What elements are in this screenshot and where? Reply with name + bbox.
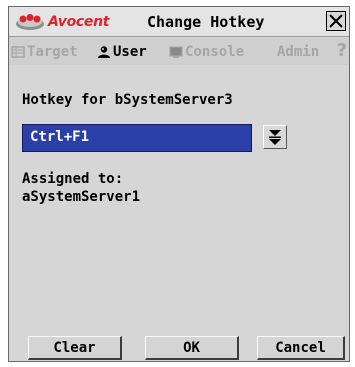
dropdown-arrow-icon	[269, 130, 281, 145]
tab-target[interactable]: Target	[11, 38, 78, 65]
tab-admin[interactable]: Admin	[277, 38, 319, 65]
dialog-title: Change Hotkey	[147, 13, 265, 31]
help-icon[interactable]: ?	[337, 40, 347, 61]
console-icon	[169, 46, 183, 58]
tab-console[interactable]: Console	[169, 38, 244, 65]
avocent-logo: Avocent	[15, 12, 109, 32]
hotkey-select[interactable]: Ctrl+F1	[22, 124, 252, 152]
hotkey-dropdown-button[interactable]	[263, 125, 287, 149]
hotkey-heading: Hotkey for bSystemServer3	[22, 92, 233, 108]
ok-button[interactable]: OK	[145, 336, 239, 360]
assigned-to-label: Assigned to:	[22, 171, 124, 187]
assigned-to-value: aSystemServer1	[22, 189, 141, 205]
target-icon	[11, 45, 25, 58]
tab-console-label: Console	[185, 43, 245, 60]
tab-user[interactable]: User	[97, 38, 147, 65]
tab-target-label: Target	[27, 43, 78, 60]
tab-user-label: User	[113, 43, 147, 60]
avocent-logo-icon	[16, 14, 44, 30]
close-icon	[329, 14, 343, 28]
user-icon	[98, 45, 110, 58]
dialog-content: Hotkey for bSystemServer3 Ctrl+F1 Assign…	[9, 65, 349, 361]
brand-name: Avocent	[48, 14, 110, 30]
change-hotkey-dialog: Avocent Change Hotkey Target User Consol…	[8, 6, 350, 362]
tab-bar: Target User Console Admin ?	[9, 38, 349, 65]
tab-admin-label: Admin	[277, 43, 320, 60]
cancel-button[interactable]: Cancel	[257, 336, 345, 360]
close-button[interactable]	[326, 11, 346, 31]
clear-button[interactable]: Clear	[28, 336, 122, 360]
title-bar: Avocent Change Hotkey	[9, 7, 349, 37]
